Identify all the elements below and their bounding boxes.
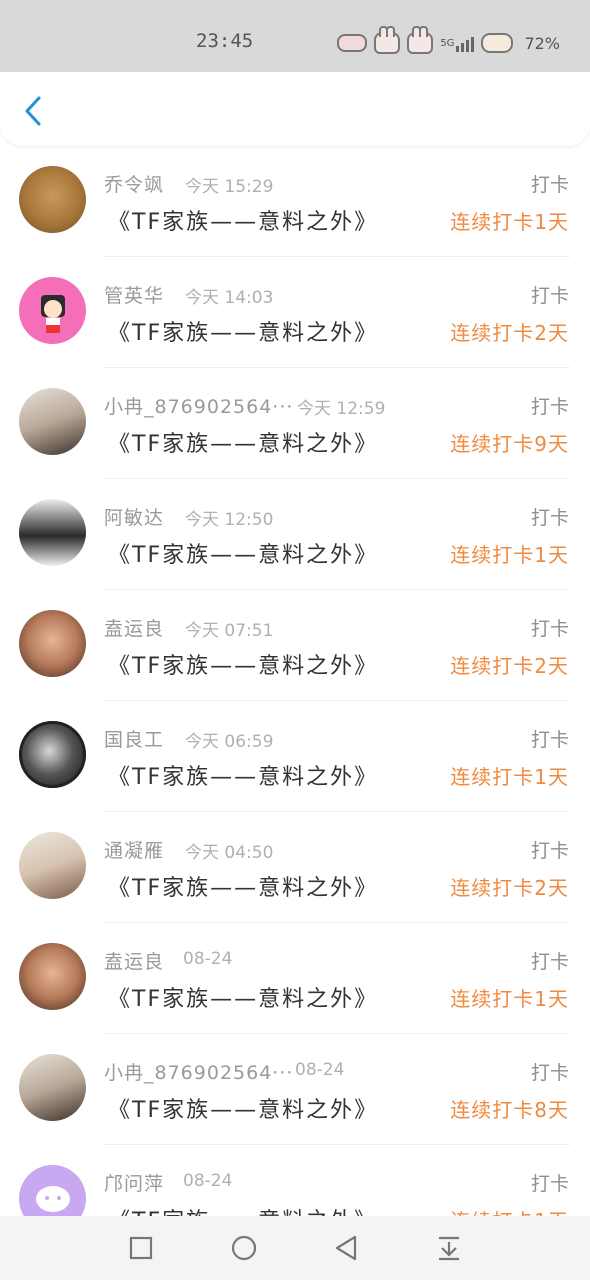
triangle-back-icon	[336, 1235, 357, 1261]
post-time: 今天 15:29	[185, 177, 274, 197]
checkin-type: 打卡	[530, 174, 569, 196]
streak-label: 连续打卡1天	[450, 987, 569, 1011]
network-5g-icon: 5G	[440, 34, 475, 52]
checkin-type: 打卡	[530, 507, 569, 529]
list-item[interactable]: 小冉_876902564··· 08-24 打卡 《TF家族——意料之外》 连续…	[0, 1034, 590, 1145]
post-time: 08-24	[295, 1060, 345, 1080]
user-name[interactable]: 盍运良	[104, 614, 164, 641]
list-item[interactable]: 国良工 今天 06:59 打卡 《TF家族——意料之外》 连续打卡1天	[0, 701, 590, 812]
avatar[interactable]	[19, 1054, 86, 1121]
battery-icon	[481, 33, 514, 53]
work-title[interactable]: 《TF家族——意料之外》	[108, 981, 378, 1013]
list-item[interactable]: 盍运良 今天 07:51 打卡 《TF家族——意料之外》 连续打卡2天	[0, 590, 590, 701]
post-time: 今天 06:59	[185, 732, 274, 752]
streak-label: 连续打卡2天	[450, 876, 569, 900]
status-time: 23:45	[196, 30, 254, 52]
list-item[interactable]: 阿敏达 今天 12:50 打卡 《TF家族——意料之外》 连续打卡1天	[0, 479, 590, 590]
work-title[interactable]: 《TF家族——意料之外》	[108, 204, 378, 236]
battery-percent: 72%	[524, 33, 560, 53]
list-item[interactable]: 乔令飒 今天 15:29 打卡 《TF家族——意料之外》 连续打卡1天	[0, 146, 590, 257]
user-name[interactable]: 小冉_876902564···	[104, 392, 293, 419]
notification-pull-button[interactable]	[429, 1228, 469, 1268]
post-time: 今天 12:59	[297, 399, 386, 419]
post-time: 今天 04:50	[185, 843, 274, 863]
post-time: 今天 14:03	[185, 288, 274, 308]
list-item[interactable]: 小冉_876902564··· 今天 12:59 打卡 《TF家族——意料之外》…	[0, 368, 590, 479]
user-name[interactable]: 国良工	[104, 725, 164, 752]
user-name[interactable]: 通凝雁	[104, 836, 164, 863]
post-time: 今天 07:51	[185, 621, 274, 641]
post-time: 今天 12:50	[185, 510, 274, 530]
back-button[interactable]	[18, 94, 48, 128]
work-title[interactable]: 《TF家族——意料之外》	[108, 870, 378, 902]
streak-label: 连续打卡8天	[450, 1098, 569, 1122]
streak-label: 连续打卡2天	[450, 654, 569, 678]
work-title[interactable]: 《TF家族——意料之外》	[108, 1092, 378, 1124]
signal-icon	[456, 34, 475, 52]
streak-label: 连续打卡1天	[450, 543, 569, 567]
work-title[interactable]: 《TF家族——意料之外》	[108, 648, 378, 680]
square-icon	[130, 1236, 153, 1260]
avatar[interactable]	[19, 832, 86, 899]
bunny-icon	[374, 26, 401, 54]
streak-label: 连续打卡1天	[450, 765, 569, 789]
checkin-type: 打卡	[530, 396, 569, 418]
work-title[interactable]: 《TF家族——意料之外》	[108, 315, 378, 347]
user-name[interactable]: 阿敏达	[104, 503, 164, 530]
checkin-type: 打卡	[530, 1173, 569, 1195]
avatar[interactable]	[19, 499, 86, 566]
mask-icon	[337, 34, 368, 52]
streak-label: 连续打卡1天	[450, 210, 569, 234]
list-item[interactable]: 管英华 今天 14:03 打卡 《TF家族——意料之外》 连续打卡2天	[0, 257, 590, 368]
chevron-left-icon	[25, 96, 41, 126]
list-item[interactable]: 邝问萍 08-24 打卡 《TF家族——意料之外》 连续打卡1天	[0, 1145, 590, 1216]
header-bar	[0, 72, 590, 146]
bunny-wifi-icon	[407, 26, 434, 54]
user-name[interactable]: 小冉_876902564···	[104, 1058, 293, 1085]
avatar[interactable]	[19, 610, 86, 677]
checkin-type: 打卡	[530, 951, 569, 973]
work-title[interactable]: 《TF家族——意料之外》	[108, 759, 378, 791]
status-icons: 5G 72%	[337, 26, 560, 56]
streak-label: 连续打卡1天	[450, 1205, 569, 1216]
avatar[interactable]	[19, 277, 86, 344]
download-arrow-icon	[438, 1236, 459, 1261]
avatar[interactable]	[19, 943, 86, 1010]
network-label: 5G	[440, 37, 455, 49]
list-item[interactable]: 盍运良 08-24 打卡 《TF家族——意料之外》 连续打卡1天	[0, 923, 590, 1034]
back-nav-button[interactable]	[326, 1228, 366, 1268]
avatar[interactable]	[19, 721, 86, 788]
work-title[interactable]: 《TF家族——意料之外》	[108, 426, 378, 458]
status-bar: 23:45 5G 72%	[0, 0, 590, 72]
system-nav-bar	[0, 1216, 590, 1280]
checkin-type: 打卡	[530, 1062, 569, 1084]
checkin-list: 乔令飒 今天 15:29 打卡 《TF家族——意料之外》 连续打卡1天 管英华 …	[0, 146, 590, 1216]
recent-apps-button[interactable]	[121, 1228, 161, 1268]
cartoon-girl-icon	[41, 295, 65, 333]
user-name[interactable]: 盍运良	[104, 947, 164, 974]
avatar[interactable]	[19, 1165, 86, 1216]
user-name[interactable]: 邝问萍	[104, 1169, 164, 1196]
chat-bubble-icon	[36, 1186, 70, 1212]
work-title[interactable]: 《TF家族——意料之外》	[108, 537, 378, 569]
checkin-type: 打卡	[530, 285, 569, 307]
work-title[interactable]: 《TF家族——意料之外》	[108, 1203, 378, 1216]
checkin-type: 打卡	[530, 729, 569, 751]
home-button[interactable]	[224, 1228, 264, 1268]
user-name[interactable]: 管英华	[104, 281, 164, 308]
checkin-type: 打卡	[530, 618, 569, 640]
user-name[interactable]: 乔令飒	[104, 170, 164, 197]
circle-icon	[231, 1235, 256, 1261]
checkin-type: 打卡	[530, 840, 569, 862]
streak-label: 连续打卡9天	[450, 432, 569, 456]
avatar[interactable]	[19, 388, 86, 455]
streak-label: 连续打卡2天	[450, 321, 569, 345]
list-item[interactable]: 通凝雁 今天 04:50 打卡 《TF家族——意料之外》 连续打卡2天	[0, 812, 590, 923]
post-time: 08-24	[183, 1171, 233, 1191]
post-time: 08-24	[183, 949, 233, 969]
avatar[interactable]	[19, 166, 86, 233]
